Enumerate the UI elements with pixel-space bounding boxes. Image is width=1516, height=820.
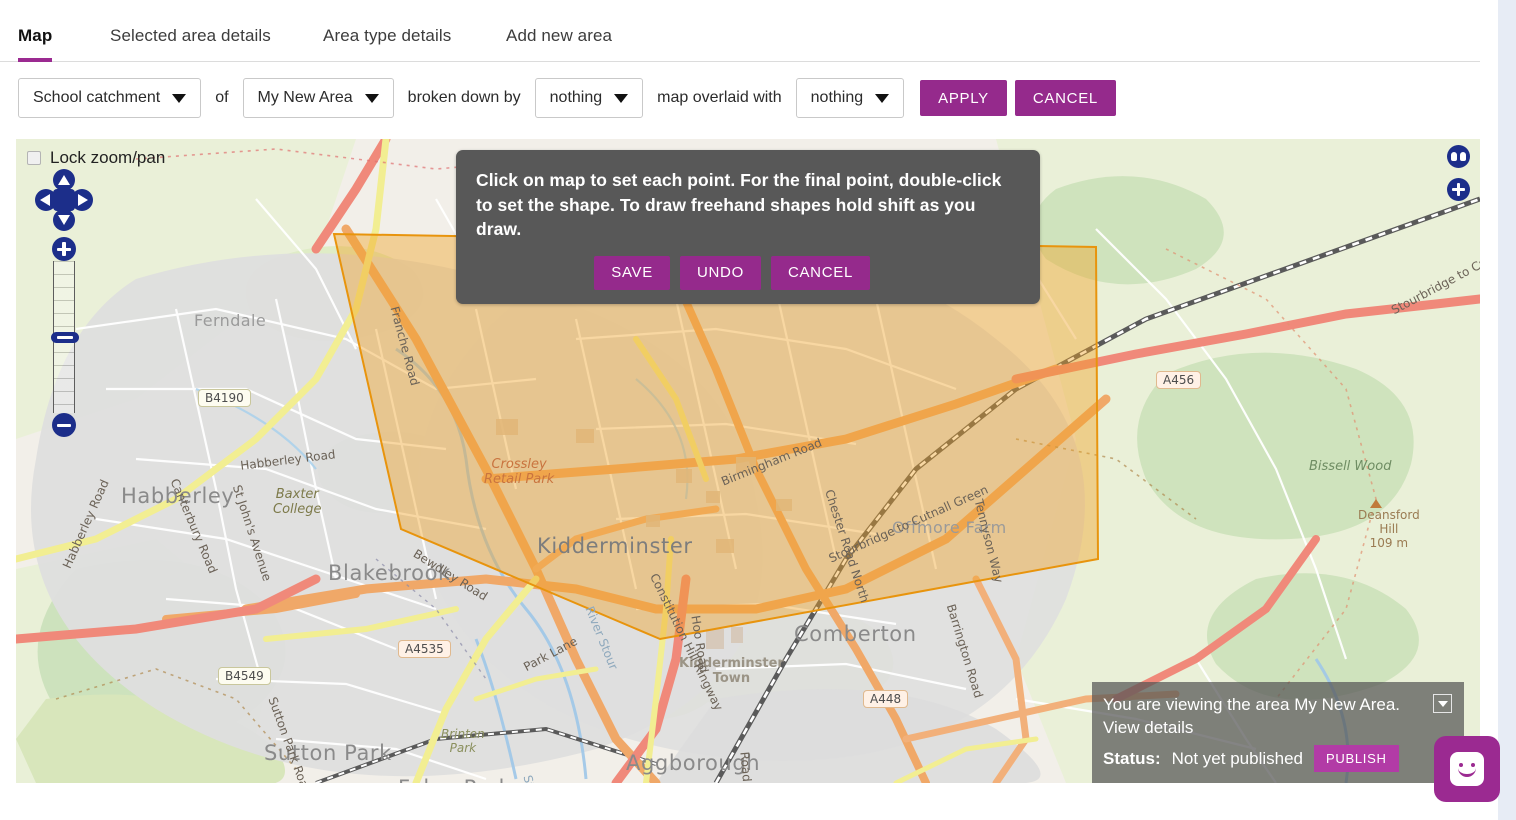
arrow-left-icon <box>40 194 50 206</box>
zoom-out-button[interactable] <box>52 413 76 437</box>
draw-cancel-button[interactable]: CANCEL <box>770 255 870 290</box>
pan-pad[interactable] <box>35 169 93 231</box>
status-label: Status: <box>1103 748 1161 768</box>
feedback-button[interactable] <box>1434 736 1500 802</box>
status-panel-collapse-toggle[interactable] <box>1433 694 1452 713</box>
area-type-select[interactable]: School catchment <box>18 78 202 118</box>
zoom-slider[interactable] <box>51 237 79 437</box>
plus-icon <box>1457 183 1460 196</box>
pan-up-button[interactable] <box>53 169 75 191</box>
map-viewport[interactable]: Ferndale Habberley Blakebrook Kiddermins… <box>16 139 1480 783</box>
pan-left-button[interactable] <box>35 189 57 211</box>
overlay-select-value: nothing <box>810 89 864 106</box>
pan-right-button[interactable] <box>71 189 93 211</box>
binoculars-icon <box>1451 152 1466 161</box>
chevron-down-icon <box>172 93 187 103</box>
zoom-in-button[interactable] <box>52 237 76 261</box>
draw-save-button[interactable]: SAVE <box>594 255 670 290</box>
query-bar: School catchment of My New Area broken d… <box>0 62 1480 134</box>
breakdown-select[interactable]: nothing <box>534 78 644 118</box>
tab-selected-area-details[interactable]: Selected area details <box>110 26 271 58</box>
smiley-eye-right <box>1471 763 1475 767</box>
road-shield: B4190 <box>198 389 251 407</box>
smiley-eye-left <box>1459 763 1463 767</box>
road-shield: A448 <box>863 690 909 708</box>
map-canvas[interactable]: Ferndale Habberley Blakebrook Kiddermins… <box>16 139 1480 783</box>
cancel-button[interactable]: CANCEL <box>1014 80 1116 116</box>
area-type-select-value: School catchment <box>33 89 161 106</box>
tab-add-new-area[interactable]: Add new area <box>506 26 612 58</box>
draw-instruction-panel: Click on map to set each point. For the … <box>456 150 1040 304</box>
arrow-down-icon <box>58 215 70 225</box>
page-right-gutter <box>1498 0 1516 820</box>
map-add-button[interactable] <box>1447 178 1470 201</box>
road-shield: A456 <box>1156 371 1202 389</box>
chevron-down-icon <box>1437 700 1448 707</box>
draw-instruction-buttons: SAVE UNDO CANCEL <box>476 255 1020 290</box>
chevron-down-icon <box>614 93 629 103</box>
lock-zoom-pan-label: Lock zoom/pan <box>50 148 166 167</box>
breakdown-select-value: nothing <box>549 89 603 106</box>
of-label: of <box>215 89 229 106</box>
zoom-slider-track[interactable] <box>51 261 79 413</box>
publish-button[interactable]: PUBLISH <box>1314 745 1399 772</box>
zoom-slider-thumb[interactable] <box>51 332 79 343</box>
view-details-link[interactable]: View details <box>1103 716 1452 739</box>
tab-area-type-details[interactable]: Area type details <box>323 26 451 58</box>
map-pan-zoom-control[interactable] <box>35 169 93 437</box>
area-select[interactable]: My New Area <box>242 78 394 118</box>
map-search-button[interactable] <box>1447 145 1470 168</box>
draw-instruction-text: Click on map to set each point. For the … <box>476 170 1002 239</box>
overlay-select[interactable]: nothing <box>795 78 905 118</box>
lock-zoom-pan-checkbox[interactable] <box>27 151 41 165</box>
tab-map[interactable]: Map <box>18 26 53 62</box>
map-overlaid-with-label: map overlaid with <box>657 89 782 106</box>
road-shield: A4535 <box>398 640 451 658</box>
area-status-panel: You are viewing the area My New Area. Vi… <box>1092 682 1464 783</box>
status-value: Not yet published <box>1171 748 1303 768</box>
arrow-up-icon <box>58 175 70 185</box>
lock-zoom-pan-control[interactable]: Lock zoom/pan <box>27 148 165 168</box>
area-status-row-viewing: You are viewing the area My New Area. <box>1103 693 1452 716</box>
minus-icon <box>57 423 71 427</box>
smiley-icon <box>1450 752 1484 786</box>
smiley-mouth <box>1458 768 1476 777</box>
tab-bar: Map Selected area details Area type deta… <box>0 0 1480 62</box>
broken-down-by-label: broken down by <box>407 89 521 106</box>
arrow-right-icon <box>78 194 88 206</box>
pan-down-button[interactable] <box>53 209 75 231</box>
plus-icon <box>62 242 66 256</box>
map-round-button-group <box>1447 145 1470 201</box>
area-viewing-text: You are viewing the area My New Area. <box>1103 695 1401 714</box>
app-page: Map Selected area details Area type deta… <box>0 0 1516 820</box>
draw-undo-button[interactable]: UNDO <box>679 255 761 290</box>
road-shield: B4549 <box>218 667 271 685</box>
area-status-row-status: Status: Not yet published PUBLISH <box>1103 745 1452 772</box>
apply-button[interactable]: APPLY <box>920 80 1007 116</box>
area-select-value: My New Area <box>257 89 353 106</box>
chevron-down-icon <box>364 93 379 103</box>
chevron-down-icon <box>875 93 890 103</box>
